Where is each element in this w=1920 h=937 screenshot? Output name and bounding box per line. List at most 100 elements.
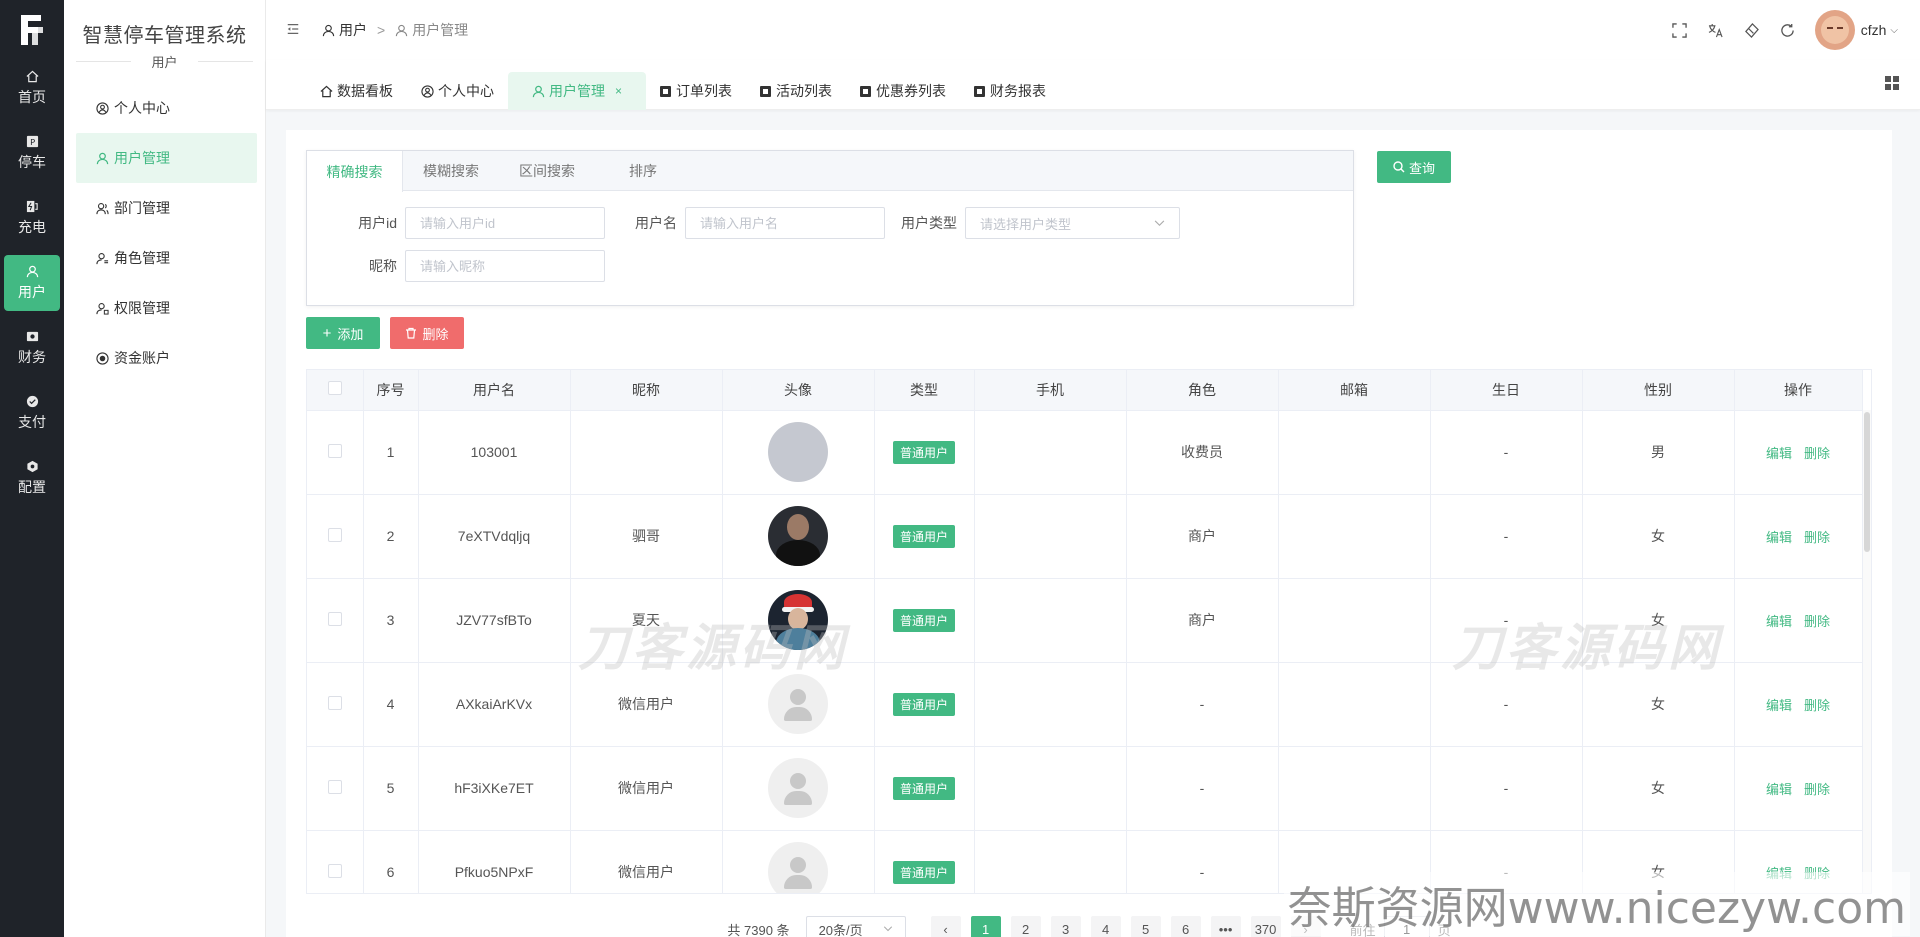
- tab-label: 订单列表: [676, 83, 733, 99]
- rail-item-home[interactable]: 首页: [4, 60, 60, 116]
- column-header-0[interactable]: [307, 370, 364, 411]
- delete-button[interactable]: 删除: [1804, 866, 1830, 881]
- delete-button[interactable]: 删除: [1804, 782, 1830, 797]
- page-button[interactable]: 5: [1130, 916, 1161, 937]
- rail-item-pay[interactable]: 支付: [4, 385, 60, 441]
- page-button[interactable]: 3: [1050, 916, 1081, 937]
- tab-6[interactable]: 财务报表: [960, 72, 1060, 110]
- cell-actions: 编辑 删除: [1734, 830, 1863, 893]
- delete-button[interactable]: 删除: [1804, 446, 1830, 461]
- tab-1[interactable]: 个人中心: [407, 72, 508, 110]
- submenu-item-0[interactable]: 个人中心: [76, 83, 257, 133]
- edit-button[interactable]: 编辑: [1766, 530, 1792, 545]
- avatar: [768, 422, 828, 482]
- submenu-item-2[interactable]: 部门管理: [76, 183, 257, 233]
- delete-button[interactable]: 删除: [1804, 614, 1830, 629]
- search-tab-2[interactable]: 区间搜索: [499, 151, 595, 191]
- goto-page-input[interactable]: [1383, 916, 1430, 937]
- column-header-4: 头像: [722, 370, 875, 411]
- breadcrumb-item-user[interactable]: 用户: [322, 20, 367, 40]
- edit-button[interactable]: 编辑: [1766, 866, 1792, 881]
- tab-4[interactable]: 活动列表: [746, 72, 846, 110]
- rail-item-label: 财务: [18, 349, 46, 365]
- search-tab-3[interactable]: 排序: [595, 151, 691, 191]
- tab-5[interactable]: 优惠券列表: [846, 72, 960, 110]
- breadcrumb: 用户 > 用户管理: [322, 20, 468, 40]
- user-avatar[interactable]: [1814, 10, 1855, 50]
- submenu-item-3[interactable]: 角色管理: [76, 233, 257, 283]
- tab-2[interactable]: 用户管理 ×: [508, 72, 647, 110]
- search-tab-0[interactable]: 精确搜索: [307, 151, 403, 192]
- edit-button[interactable]: 编辑: [1766, 698, 1792, 713]
- user-type-badge: 普通用户: [892, 776, 955, 800]
- tab-0[interactable]: 数据看板: [306, 72, 407, 110]
- row-checkbox[interactable]: [327, 527, 342, 542]
- cell-no: 4: [363, 662, 419, 747]
- select-all-checkbox[interactable]: [327, 381, 342, 396]
- delete-users-button[interactable]: 删除: [390, 317, 464, 349]
- avatar: [768, 590, 828, 650]
- user-id-input[interactable]: [405, 207, 605, 239]
- page-button[interactable]: •••: [1210, 916, 1241, 937]
- prev-page-button[interactable]: ‹: [930, 916, 961, 937]
- page-button[interactable]: 370: [1250, 916, 1281, 937]
- cell-gender: 女: [1582, 746, 1735, 831]
- cell-gender: 男: [1582, 410, 1735, 495]
- next-page-button[interactable]: ›: [1290, 916, 1321, 937]
- page-button[interactable]: 4: [1090, 916, 1121, 937]
- page-button[interactable]: 1: [970, 916, 1001, 937]
- submenu-item-4[interactable]: 权限管理: [76, 283, 257, 333]
- submenu-item-5[interactable]: 资金账户: [76, 333, 257, 383]
- row-checkbox[interactable]: [327, 863, 342, 878]
- cell-no: 2: [363, 494, 419, 579]
- username-input[interactable]: [685, 207, 885, 239]
- translate-icon[interactable]: [1707, 21, 1725, 39]
- avatar: [768, 506, 828, 566]
- system-subtitle: 用户: [64, 52, 265, 71]
- rail-item-charge[interactable]: 充电: [4, 190, 60, 246]
- query-button[interactable]: 查询: [1377, 151, 1451, 183]
- edit-button[interactable]: 编辑: [1766, 614, 1792, 629]
- cell-username: AXkaiArKVx: [418, 662, 571, 747]
- current-username[interactable]: cfzh: [1861, 22, 1887, 38]
- rail-item-config[interactable]: 配置: [4, 450, 60, 506]
- row-checkbox[interactable]: [327, 443, 342, 458]
- grid-menu-icon[interactable]: [1884, 75, 1900, 91]
- fullscreen-icon[interactable]: [1671, 21, 1689, 39]
- cell-actions: 编辑 删除: [1734, 494, 1863, 579]
- row-checkbox[interactable]: [327, 695, 342, 710]
- nickname-input[interactable]: [405, 250, 605, 282]
- page-button[interactable]: 2: [1010, 916, 1041, 937]
- cell-role: -: [1126, 746, 1279, 831]
- app-logo[interactable]: [0, 0, 64, 60]
- breadcrumb-separator: >: [377, 22, 386, 38]
- cell-nickname: 驷哥: [570, 494, 723, 579]
- close-icon[interactable]: ×: [615, 84, 622, 98]
- rail-item-finance[interactable]: 财务: [4, 320, 60, 376]
- column-header-8: 邮箱: [1278, 370, 1431, 411]
- rail-item-parking[interactable]: P 停车: [4, 125, 60, 181]
- search-tab-1[interactable]: 模糊搜索: [403, 151, 499, 191]
- scrollbar-thumb[interactable]: [1864, 412, 1870, 552]
- add-user-button[interactable]: + 添加: [306, 317, 380, 349]
- row-checkbox[interactable]: [327, 611, 342, 626]
- page-button[interactable]: 6: [1170, 916, 1201, 937]
- user-icon: [96, 151, 110, 165]
- chevron-down-icon[interactable]: ⌵: [1890, 25, 1898, 36]
- delete-button[interactable]: 删除: [1804, 530, 1830, 545]
- rail-item-user[interactable]: 用户: [4, 255, 60, 311]
- user-type-select[interactable]: 请选择用户类型: [965, 207, 1180, 239]
- submenu-item-1[interactable]: 用户管理: [76, 133, 257, 183]
- delete-button[interactable]: 删除: [1804, 698, 1830, 713]
- clear-cache-icon[interactable]: [1743, 21, 1761, 39]
- page-size-select[interactable]: 20条/页: [805, 916, 906, 937]
- row-checkbox[interactable]: [327, 779, 342, 794]
- cell-avatar: [722, 830, 875, 893]
- refresh-icon[interactable]: [1779, 21, 1797, 39]
- collapse-menu-icon[interactable]: [286, 22, 302, 38]
- tab-3[interactable]: 订单列表: [646, 72, 746, 110]
- edit-button[interactable]: 编辑: [1766, 446, 1792, 461]
- cell-email: [1278, 410, 1431, 495]
- edit-button[interactable]: 编辑: [1766, 782, 1792, 797]
- table-scrollbar[interactable]: [1863, 410, 1871, 893]
